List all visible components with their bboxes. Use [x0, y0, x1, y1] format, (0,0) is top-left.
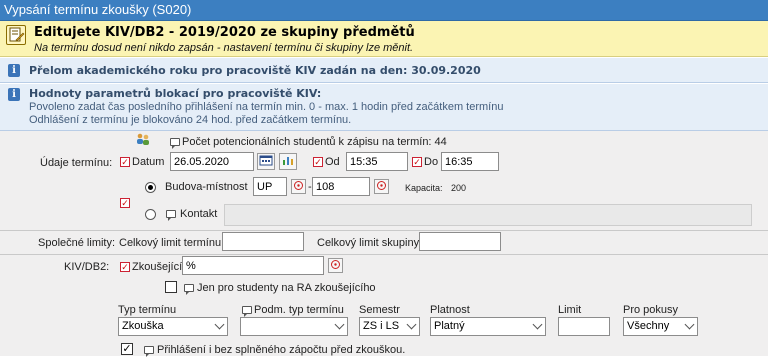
total-group-limit-label: Celkový limit skupiny — [317, 237, 420, 249]
to-label: Do — [424, 156, 439, 168]
chevron-down-icon — [406, 319, 417, 330]
date-input[interactable] — [170, 152, 254, 171]
examiners-search-button[interactable] — [328, 258, 343, 273]
term-type-header: Typ termínu — [118, 304, 177, 316]
term-data-label: Údaje termínu: — [40, 157, 113, 169]
term-type-select[interactable]: Zkouška — [118, 317, 228, 336]
from-label: Od — [325, 156, 340, 168]
for-attempts-header: Pro pokusy — [623, 304, 679, 316]
validity-header: Platnost — [430, 304, 470, 316]
info-academic-year-text: Přelom akademického roku pro pracoviště … — [29, 64, 481, 77]
total-group-limit-input[interactable] — [419, 232, 501, 251]
info-block-params-line2: Odhlášení z termínu je blokováno 24 hod.… — [29, 114, 352, 126]
edit-document-icon — [6, 25, 26, 45]
calendar-button[interactable] — [257, 153, 275, 170]
chevron-down-icon — [532, 319, 543, 330]
banner-subtitle: Na termínu dosud není nikdo zapsán - nas… — [34, 42, 414, 54]
comment-icon — [166, 210, 176, 221]
info-academic-year: i Přelom akademického roku pro pracovišt… — [0, 58, 768, 83]
common-limits-label: Společné limity: — [38, 237, 116, 249]
validity-select[interactable]: Platný — [430, 317, 546, 336]
to-time-input[interactable] — [441, 152, 499, 171]
info-block-params-line1: Povoleno zadat čas posledního přihlášení… — [29, 101, 504, 113]
semester-header: Semestr — [359, 304, 400, 316]
comment-icon — [184, 284, 194, 295]
from-time-input[interactable] — [346, 152, 408, 171]
sub-term-type-select[interactable] — [240, 317, 348, 336]
for-attempts-value: Všechny — [627, 320, 670, 332]
chevron-down-icon — [334, 319, 345, 330]
divider — [0, 230, 768, 231]
comment-icon — [144, 346, 154, 357]
info-block-params-title: Hodnoty parametrů blokací pro pracoviště… — [29, 87, 322, 100]
building-room-label: Budova-místnost — [165, 181, 248, 193]
limit-header: Limit — [558, 304, 582, 316]
capacity-value: 200 — [451, 183, 467, 193]
room-search-button[interactable] — [374, 179, 389, 194]
chevron-down-icon — [684, 319, 695, 330]
without-credit-checkbox[interactable]: ✓ — [121, 343, 133, 355]
banner-title: Editujete KIV/DB2 - 2019/2020 ze skupiny… — [34, 25, 415, 40]
info-icon: i — [8, 88, 20, 101]
window-title: Vypsání termínu zkoušky (S020) — [0, 0, 768, 21]
date-label: Datum — [132, 156, 165, 168]
comment-icon — [170, 138, 180, 149]
validity-value: Platný — [434, 320, 465, 332]
examiners-required-checkbox[interactable]: ✓ — [120, 262, 130, 272]
contact-radio[interactable] — [145, 209, 156, 220]
location-required-checkbox[interactable]: ✓ — [120, 198, 130, 208]
info-block-params: i Hodnoty parametrů blokací pro pracoviš… — [0, 84, 768, 131]
comment-icon — [242, 306, 252, 317]
capacity-label: Kapacita: — [405, 183, 443, 193]
people-icon — [136, 133, 150, 145]
contact-label: Kontakt — [180, 208, 218, 220]
for-attempts-select[interactable]: Všechny — [623, 317, 698, 336]
total-term-limit-input[interactable] — [222, 232, 304, 251]
contact-input[interactable] — [224, 204, 752, 226]
room-input[interactable] — [312, 177, 370, 196]
semester-value: ZS i LS — [363, 320, 400, 332]
info-icon: i — [8, 64, 20, 77]
edit-banner: Editujete KIV/DB2 - 2019/2020 ze skupiny… — [0, 21, 768, 57]
sub-term-type-header: Podm. typ termínu — [254, 304, 344, 316]
limit-input[interactable] — [558, 317, 610, 336]
date-required-checkbox[interactable]: ✓ — [120, 157, 130, 167]
potential-students-text: Počet potencionálních studentů k zápisu … — [182, 136, 447, 148]
course-label: KIV/DB2: — [64, 261, 110, 273]
building-room-radio[interactable] — [145, 182, 156, 193]
schedule-chart-button[interactable] — [279, 153, 297, 170]
without-credit-label: Přihlášení i bez splněného zápočtu před … — [157, 344, 406, 356]
term-type-value: Zkouška — [122, 320, 164, 332]
ra-only-checkbox[interactable] — [165, 281, 177, 293]
building-input[interactable] — [253, 177, 287, 196]
building-search-button[interactable] — [291, 179, 306, 194]
divider — [0, 254, 768, 255]
from-required-checkbox[interactable]: ✓ — [313, 157, 323, 167]
chevron-down-icon — [214, 319, 225, 330]
ra-only-label: Jen pro studenty na RA zkoušejícího — [197, 282, 376, 294]
total-term-limit-label: Celkový limit termínu — [119, 237, 222, 249]
examiners-label: Zkoušející — [132, 261, 183, 273]
examiners-input[interactable] — [182, 256, 324, 275]
semester-select[interactable]: ZS i LS — [359, 317, 420, 336]
to-required-checkbox[interactable]: ✓ — [412, 157, 422, 167]
